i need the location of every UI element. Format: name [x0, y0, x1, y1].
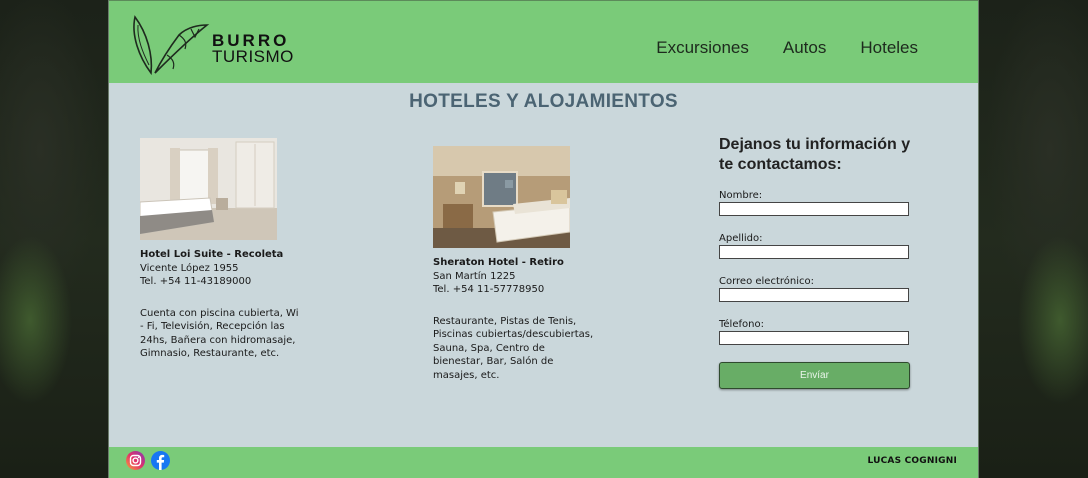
logo[interactable]: BURRO TURISMO [129, 15, 299, 77]
hotel-address: Vicente López 1955 [140, 262, 239, 274]
email-input[interactable] [719, 288, 909, 302]
donkey-ears-icon [133, 15, 210, 76]
hotel-description: Cuenta con piscina cubierta, Wi - Fi, Te… [140, 307, 299, 360]
instagram-icon[interactable] [126, 451, 145, 470]
email-label: Correo electrónico: [719, 276, 814, 287]
hotel-name: Sheraton Hotel - Retiro [433, 257, 564, 268]
hotel-phone: Tel. +54 11-43189000 [140, 276, 252, 287]
nav-link-excursiones[interactable]: Excursiones [656, 38, 749, 58]
hotel-phone: Tel. +54 11-57778950 [433, 284, 545, 295]
apellido-label: Apellido: [719, 233, 763, 244]
site-footer: LUCAS COGNIGNI [109, 447, 978, 478]
social-links [126, 451, 170, 470]
nav-link-hoteles[interactable]: Hoteles [860, 38, 918, 58]
author-name: LUCAS COGNIGNI [867, 456, 957, 466]
hotel-address: San Martín 1225 [433, 270, 516, 282]
hotel-room-photo [433, 146, 570, 248]
facebook-icon[interactable] [151, 451, 170, 470]
hotel-card: Hotel Loi Suite - Recoleta Vicente López… [140, 138, 300, 361]
page-title: HOTELES Y ALOJAMIENTOS [409, 91, 678, 112]
hotel-description: Restaurante, Pistas de Tenis, Piscinas c… [433, 315, 594, 381]
apellido-input[interactable] [719, 245, 909, 259]
nombre-input[interactable] [719, 202, 909, 216]
telefono-input[interactable] [719, 331, 909, 345]
contact-form-heading: Dejanos tu información y te contactamos: [719, 136, 911, 173]
site-header: BURRO TURISMO Excursiones Autos Hoteles [109, 0, 978, 83]
page-container: BURRO TURISMO Excursiones Autos Hoteles … [108, 0, 979, 478]
brand-name-line2: TURISMO [212, 47, 294, 66]
hotel-name: Hotel Loi Suite - Recoleta [140, 249, 284, 260]
hotel-card: Sheraton Hotel - Retiro San Martín 1225 … [433, 146, 598, 382]
submit-button[interactable]: Envíar [719, 362, 910, 389]
main-nav: Excursiones Autos Hoteles [656, 38, 918, 58]
nav-link-autos[interactable]: Autos [783, 38, 826, 58]
nombre-label: Nombre: [719, 190, 763, 201]
telefono-label: Télefono: [719, 319, 764, 330]
contact-form: Dejanos tu información y te contactamos:… [719, 135, 919, 389]
hotel-room-photo [140, 138, 277, 240]
